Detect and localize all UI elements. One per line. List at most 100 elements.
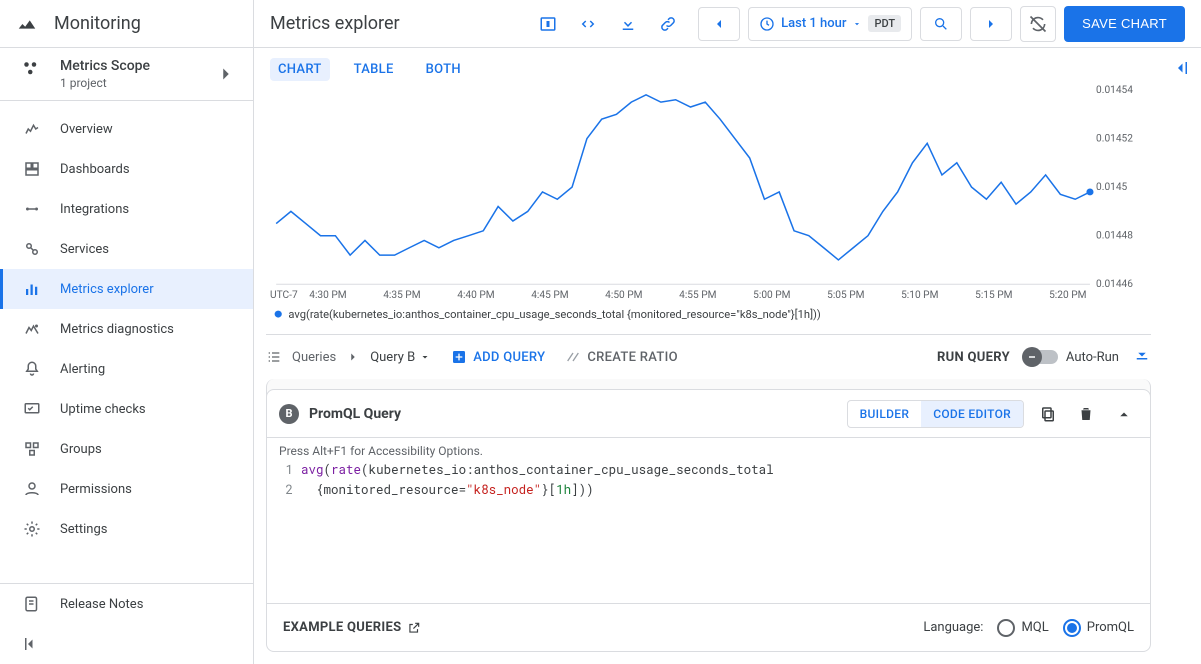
time-prev-button[interactable] bbox=[703, 8, 735, 40]
sidebar-item-permissions[interactable]: Permissions bbox=[0, 469, 253, 509]
delete-query-button[interactable] bbox=[1072, 400, 1100, 428]
auto-run-label: Auto-Run bbox=[1066, 350, 1119, 365]
link-button[interactable] bbox=[652, 8, 684, 40]
svg-text:5:20 PM: 5:20 PM bbox=[1049, 290, 1086, 301]
add-query-button[interactable]: ADD QUERY bbox=[451, 349, 545, 365]
queries-bar: Queries Query B ADD QUERY CREATE RATIO bbox=[266, 335, 1151, 379]
sidebar-item-metrics-explorer[interactable]: Metrics explorer bbox=[0, 269, 253, 309]
lang-mql-radio[interactable]: MQL bbox=[997, 619, 1048, 637]
copy-icon bbox=[1039, 405, 1057, 423]
product-header: Monitoring bbox=[0, 0, 253, 48]
nav-item-label: Overview bbox=[60, 122, 113, 137]
collapse-icon bbox=[22, 635, 40, 653]
zoom-button[interactable] bbox=[925, 8, 957, 40]
svg-text:0.01446: 0.01446 bbox=[1096, 279, 1133, 290]
code-editor-tab[interactable]: CODE EDITOR bbox=[921, 401, 1023, 427]
radio-unchecked-icon bbox=[997, 619, 1015, 637]
line-gutter: 12 bbox=[267, 460, 301, 603]
time-range-button[interactable]: Last 1 hour PDT bbox=[748, 7, 912, 41]
svg-text:UTC-7: UTC-7 bbox=[270, 290, 298, 301]
save-chart-button[interactable]: SAVE CHART bbox=[1064, 6, 1185, 42]
save-chart-label: SAVE CHART bbox=[1082, 16, 1167, 31]
sync-off-icon bbox=[1028, 14, 1048, 34]
metrics-scope-button[interactable]: Metrics Scope 1 project bbox=[0, 48, 253, 101]
time-next-group bbox=[970, 7, 1012, 41]
services-icon bbox=[22, 240, 42, 258]
download-button[interactable] bbox=[612, 8, 644, 40]
chevron-left-bar-icon bbox=[1172, 59, 1190, 77]
query-selector[interactable]: Query B bbox=[370, 350, 431, 365]
svg-text:0.0145: 0.0145 bbox=[1096, 182, 1128, 193]
nav-item-label: Metrics explorer bbox=[60, 282, 154, 297]
run-query-button[interactable]: RUN QUERY bbox=[937, 350, 1010, 365]
auto-refresh-off-button[interactable] bbox=[1020, 6, 1056, 42]
release-notes-label: Release Notes bbox=[60, 597, 143, 612]
sidebar-item-alerting[interactable]: Alerting bbox=[0, 349, 253, 389]
copy-query-button[interactable] bbox=[1034, 400, 1062, 428]
chevron-down-bar-icon bbox=[1133, 346, 1151, 364]
json-button[interactable] bbox=[572, 8, 604, 40]
nav-footer: Release Notes bbox=[0, 583, 253, 664]
nav-item-label: Permissions bbox=[60, 482, 132, 497]
sidebar-item-settings[interactable]: Settings bbox=[0, 509, 253, 549]
svg-text:4:55 PM: 4:55 PM bbox=[679, 290, 716, 301]
query-card: B PromQL Query BUILDER CODE EDITOR Press… bbox=[266, 389, 1151, 652]
nav-item-label: Integrations bbox=[60, 202, 129, 217]
sidebar-item-release-notes[interactable]: Release Notes bbox=[0, 584, 253, 624]
integ-icon bbox=[22, 200, 42, 218]
create-ratio-button[interactable]: CREATE RATIO bbox=[565, 349, 678, 365]
collapse-queries-button[interactable] bbox=[1133, 346, 1151, 368]
timezone-chip: PDT bbox=[868, 15, 901, 32]
expand-right-panel-button[interactable] bbox=[1161, 48, 1201, 88]
clock-icon bbox=[759, 16, 775, 32]
page-title: Metrics explorer bbox=[270, 13, 524, 34]
sidebar-item-overview[interactable]: Overview bbox=[0, 109, 253, 149]
query-area: B PromQL Query BUILDER CODE EDITOR Press… bbox=[266, 379, 1151, 652]
svg-text:5:00 PM: 5:00 PM bbox=[753, 290, 790, 301]
release-notes-icon bbox=[23, 595, 41, 613]
sidebar-item-dashboards[interactable]: Dashboards bbox=[0, 149, 253, 189]
link-icon bbox=[659, 15, 677, 33]
scope-title: Metrics Scope bbox=[60, 58, 150, 74]
sidebar: Monitoring Metrics Scope 1 project Overv… bbox=[0, 0, 254, 664]
topbar: Metrics explorer Last 1 hour PDT SAV bbox=[254, 0, 1201, 48]
create-ratio-label: CREATE RATIO bbox=[587, 350, 678, 365]
open-in-new-icon bbox=[407, 621, 421, 635]
svg-text:5:15 PM: 5:15 PM bbox=[975, 290, 1012, 301]
sidebar-item-metrics-diagnostics[interactable]: Metrics diagnostics bbox=[0, 309, 253, 349]
panel-icon bbox=[539, 15, 557, 33]
trash-icon bbox=[1077, 405, 1095, 423]
sidebar-item-integrations[interactable]: Integrations bbox=[0, 189, 253, 229]
sidebar-item-services[interactable]: Services bbox=[0, 229, 253, 269]
lang-promql-radio[interactable]: PromQL bbox=[1063, 619, 1134, 637]
zoom-group bbox=[920, 7, 962, 41]
minus-icon bbox=[1026, 351, 1038, 363]
example-queries-button[interactable]: EXAMPLE QUERIES bbox=[283, 620, 421, 635]
sidebar-item-groups[interactable]: Groups bbox=[0, 429, 253, 469]
builder-tab[interactable]: BUILDER bbox=[848, 401, 922, 427]
tab-chart[interactable]: CHART bbox=[270, 58, 330, 81]
chevron-right-icon bbox=[215, 63, 237, 85]
collapse-card-button[interactable] bbox=[1110, 400, 1138, 428]
example-queries-label: EXAMPLE QUERIES bbox=[283, 620, 401, 635]
svg-text:avg(rate(kubernetes_io:anthos_: avg(rate(kubernetes_io:anthos_container_… bbox=[288, 308, 821, 321]
time-range-label: Last 1 hour bbox=[781, 16, 846, 31]
panel-toggle-button[interactable] bbox=[532, 8, 564, 40]
tab-both[interactable]: BOTH bbox=[418, 58, 469, 81]
person-icon bbox=[22, 480, 42, 498]
gear-icon bbox=[22, 520, 42, 538]
queries-label: Queries bbox=[292, 350, 336, 365]
svg-text:4:45 PM: 4:45 PM bbox=[531, 290, 568, 301]
bell-icon bbox=[22, 360, 42, 378]
time-nav-group bbox=[698, 7, 740, 41]
scope-icon bbox=[22, 60, 40, 78]
list-icon bbox=[266, 349, 282, 365]
sidebar-item-uptime-checks[interactable]: Uptime checks bbox=[0, 389, 253, 429]
nav-item-label: Services bbox=[60, 242, 109, 257]
auto-run-toggle[interactable] bbox=[1024, 350, 1058, 364]
code-editor[interactable]: 12 avg(rate(kubernetes_io:anthos_contain… bbox=[267, 460, 1150, 603]
tab-table[interactable]: TABLE bbox=[346, 58, 402, 81]
chevron-right-icon bbox=[346, 350, 360, 364]
time-next-button[interactable] bbox=[975, 8, 1007, 40]
collapse-sidebar-button[interactable] bbox=[0, 624, 253, 664]
